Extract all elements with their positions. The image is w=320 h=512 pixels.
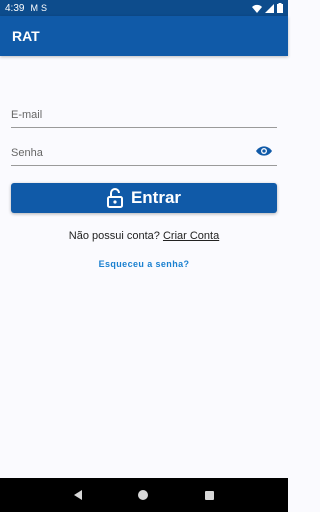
s-icon: S (40, 3, 47, 13)
no-account-text: Não possui conta? (68, 230, 160, 242)
password-field[interactable] (11, 140, 277, 165)
recent-apps-icon[interactable] (204, 490, 214, 500)
create-account-link[interactable]: Criar Conta (163, 230, 219, 242)
eye-icon[interactable] (256, 145, 272, 157)
back-icon[interactable] (74, 490, 83, 500)
password-field-container (11, 140, 277, 166)
app-bar: RAT (0, 16, 288, 56)
wifi-icon (252, 4, 262, 13)
status-bar: 4:39 M S (0, 0, 288, 16)
login-button-label: Entrar (130, 188, 182, 207)
app-title: RAT (12, 28, 40, 44)
email-field-container (11, 102, 277, 128)
navigation-bar (0, 478, 288, 512)
home-icon[interactable] (138, 490, 149, 500)
gmail-icon: M (30, 3, 38, 13)
email-field[interactable] (11, 102, 277, 127)
signup-line: Não possui conta? Criar Conta (0, 230, 288, 242)
battery-icon (277, 3, 283, 13)
status-icons (252, 3, 283, 13)
forgot-password-link[interactable]: Esqueceu a senha? (0, 259, 288, 269)
unlock-icon (106, 188, 123, 208)
login-button[interactable]: Entrar (11, 183, 277, 213)
signal-icon (265, 3, 274, 13)
status-time: 4:39 (5, 2, 25, 14)
